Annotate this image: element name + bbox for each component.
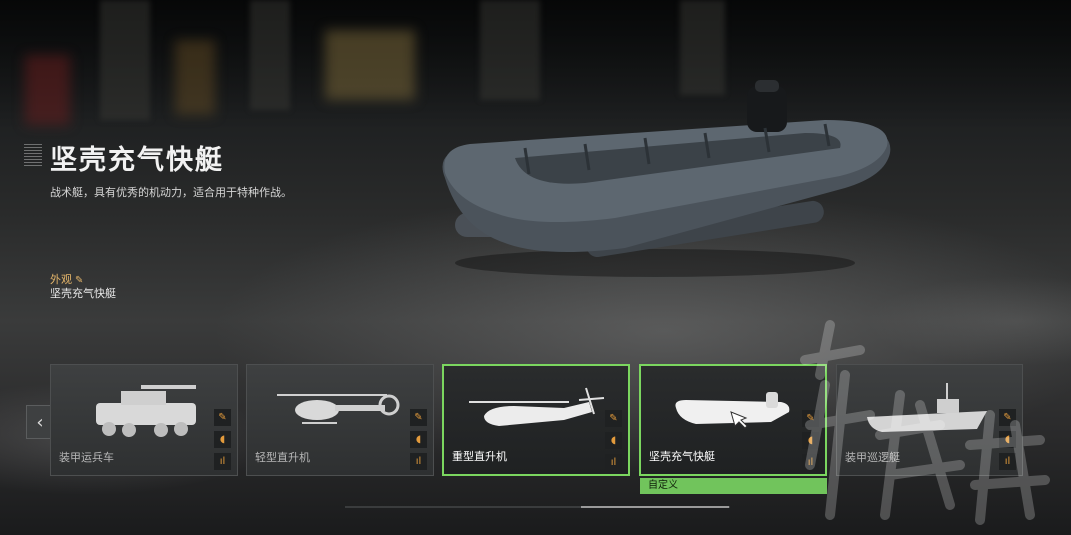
card-slot-icons: ✎ ◖ ıl bbox=[410, 409, 428, 475]
card-slot-icons: ✎ ◖ ıl bbox=[214, 409, 232, 475]
appearance-value[interactable]: 坚壳充气快艇 bbox=[50, 285, 116, 301]
paint-brush-icon[interactable]: ✎ bbox=[802, 410, 819, 427]
horn-icon[interactable]: ◖ bbox=[999, 431, 1016, 448]
boat-model bbox=[442, 80, 891, 277]
boat-engine-cap bbox=[755, 80, 779, 92]
horn-icon[interactable]: ◖ bbox=[214, 431, 231, 448]
boat-shadow bbox=[455, 249, 855, 277]
paint-brush-icon[interactable]: ✎ bbox=[410, 409, 427, 426]
vehicle-card-light-helicopter[interactable]: ✎ ◖ ıl 轻型直升机 bbox=[246, 364, 434, 476]
hangar-pillar bbox=[100, 0, 150, 120]
engine-sound-icon[interactable]: ıl bbox=[214, 453, 231, 470]
light-blur bbox=[25, 55, 70, 125]
engine-sound-icon[interactable]: ıl bbox=[999, 453, 1016, 470]
card-slot-icons: ✎ ◖ ıl bbox=[802, 410, 820, 476]
carousel-scrollbar-thumb[interactable] bbox=[581, 506, 729, 508]
crate bbox=[325, 30, 415, 100]
engine-sound-icon[interactable]: ıl bbox=[605, 454, 622, 471]
card-slot-icons: ✎ ◖ ıl bbox=[605, 410, 623, 476]
card-slot-icons: ✎ ◖ ıl bbox=[999, 409, 1017, 475]
vehicle-card-name: 坚壳充气快艇 bbox=[649, 450, 715, 463]
paint-brush-icon[interactable]: ✎ bbox=[605, 410, 622, 427]
chevron-left-icon: ‹ bbox=[36, 411, 44, 433]
horn-icon[interactable]: ◖ bbox=[410, 431, 427, 448]
vehicle-title: 坚壳充气快艇 bbox=[50, 145, 224, 176]
vehicle-card-name: 重型直升机 bbox=[452, 450, 507, 463]
vehicle-card-name: 轻型直升机 bbox=[255, 451, 310, 464]
light-blur bbox=[175, 40, 215, 115]
vehicle-description: 战术艇，具有优秀的机动力，适合用于特种作战。 bbox=[50, 186, 292, 199]
rib-boat-icon bbox=[675, 392, 790, 429]
vehicle-card-rib-boat[interactable]: ✎ ◖ ıl 坚壳充气快艇 bbox=[639, 364, 827, 476]
horn-icon[interactable]: ◖ bbox=[802, 432, 819, 449]
engine-sound-icon[interactable]: ıl bbox=[802, 454, 819, 471]
title-decoration bbox=[24, 144, 42, 166]
apc-icon bbox=[96, 385, 196, 437]
patrol-boat-icon bbox=[867, 383, 987, 432]
heavy-helicopter-icon bbox=[469, 387, 605, 426]
paint-brush-icon[interactable]: ✎ bbox=[999, 409, 1016, 426]
boat-engine bbox=[747, 86, 787, 132]
paint-brush-icon[interactable]: ✎ bbox=[214, 409, 231, 426]
vehicle-card-apc[interactable]: ✎ ◖ ıl 装甲运兵车 bbox=[50, 364, 238, 476]
horn-icon[interactable]: ◖ bbox=[605, 432, 622, 449]
customized-tag: 自定义 bbox=[640, 478, 827, 494]
vehicle-card-patrol-boat[interactable]: ✎ ◖ ıl 装甲巡逻艇 bbox=[836, 364, 1023, 476]
engine-sound-icon[interactable]: ıl bbox=[410, 453, 427, 470]
vehicle-card-name: 装甲巡逻艇 bbox=[845, 451, 900, 464]
hangar-pillar bbox=[250, 0, 290, 110]
vehicle-card-name: 装甲运兵车 bbox=[59, 451, 114, 464]
vehicle-card-heavy-helicopter[interactable]: ✎ ◖ ıl 重型直升机 bbox=[442, 364, 630, 476]
carousel-scrollbar[interactable] bbox=[345, 506, 730, 508]
light-helicopter-icon bbox=[277, 394, 400, 424]
